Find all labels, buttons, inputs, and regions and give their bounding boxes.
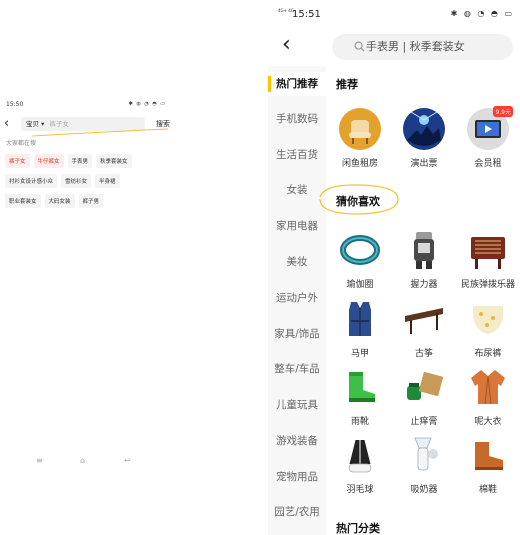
breast-pump-icon	[403, 434, 445, 476]
category-item[interactable]: 儿童玩具	[268, 393, 326, 417]
guess-item[interactable]: 止痒膏	[394, 366, 454, 427]
section-title-hot-category: 热门分类	[336, 522, 380, 535]
recommend-item-label: 闲鱼租房	[341, 159, 378, 169]
hot-tag[interactable]: 半身裙	[95, 174, 120, 188]
scope-selector[interactable]: 宝贝 ▾	[26, 120, 44, 128]
left-screenshot: 15:50 ✱ ◍ ◔ ◓ ▭ ‹ 宝贝 ▾ 裤子女 搜索 大家都在搜 裤子女 …	[0, 96, 175, 476]
tag-row: 裤子女 牛仔裤女 手表男 秋季套装女	[5, 154, 173, 168]
hot-tag[interactable]: 秋季套装女	[96, 154, 132, 168]
hot-tag[interactable]: 手表男	[67, 154, 93, 168]
home-icon[interactable]: ⌂	[80, 456, 85, 465]
category-item[interactable]: 家具/饰品	[268, 322, 326, 346]
guzheng-icon	[403, 298, 445, 340]
back-icon[interactable]: ‹	[282, 34, 300, 56]
guess-item[interactable]: 呢大衣	[458, 366, 518, 427]
cotton-shoes-icon	[467, 434, 509, 476]
category-item[interactable]: 美妆	[268, 250, 326, 274]
ointment-icon	[403, 366, 445, 408]
guess-item[interactable]: 棉鞋	[458, 434, 518, 495]
guess-item[interactable]: 吸奶器	[394, 434, 454, 495]
hot-tag[interactable]: 职业套装女	[5, 194, 41, 208]
guess-item-label: 布尿裤	[474, 349, 502, 359]
guess-item-label: 民族弹拨乐器	[460, 280, 515, 290]
guess-item[interactable]: 布尿裤	[458, 298, 518, 359]
hot-search-label: 大家都在搜	[6, 140, 37, 147]
category-item[interactable]: 手机数码	[268, 107, 326, 131]
guess-item[interactable]: 古筝	[394, 298, 454, 359]
search-icon	[354, 34, 365, 61]
recommend-item-label: 演出票	[410, 159, 438, 169]
concert-icon	[403, 108, 445, 150]
vest-icon	[339, 298, 381, 340]
guess-item-label: 羽毛球	[346, 485, 374, 495]
return-icon[interactable]: ↩	[124, 456, 131, 465]
left-status-bar: 15:50 ✱ ◍ ◔ ◓ ▭	[6, 101, 166, 109]
guess-item[interactable]: 瑜伽圈	[330, 229, 390, 290]
video-app-icon: 9.9元	[467, 106, 513, 150]
grip-strengthener-icon	[403, 229, 445, 271]
category-item[interactable]: 游戏装备	[268, 429, 326, 453]
category-item[interactable]: 宠物用品	[268, 465, 326, 489]
category-content: 推荐 闲鱼租房 演出票 9.9元 会员租 猜你喜欢 瑜伽圈 握力器 民族弹拨乐器…	[326, 66, 520, 535]
yoga-ring-icon	[339, 229, 381, 271]
guess-item-label: 握力器	[410, 280, 438, 290]
menu-icon[interactable]: ≡	[36, 456, 43, 465]
search-input[interactable]: 手表男 | 秋季套装女	[332, 34, 513, 60]
category-item[interactable]: 整车/车品	[268, 357, 326, 381]
guess-item-label: 马甲	[350, 349, 369, 359]
hot-tag[interactable]: 裤子女	[5, 154, 30, 168]
highlight-underline	[31, 128, 169, 137]
back-icon[interactable]: ‹	[4, 116, 16, 132]
guess-item-label: 雨靴	[350, 417, 369, 427]
status-bar: 4G+ 4G 15:51 ✱ ◍ ◔ ◓ ▭	[278, 8, 514, 22]
left-nav-bar: ≡ ⌂ ↩	[30, 456, 170, 466]
chair-icon	[339, 108, 381, 150]
hot-tag[interactable]: 大码女装	[44, 194, 75, 208]
search-placeholder: 裤子女	[49, 120, 69, 128]
hot-tag[interactable]: 裤子男	[78, 194, 104, 208]
recommend-item[interactable]: 闲鱼租房	[330, 108, 390, 169]
right-screenshot: 4G+ 4G 15:51 ✱ ◍ ◔ ◓ ▭ ‹ 手表男 | 秋季套装女 热门推…	[268, 0, 520, 535]
guess-item-label: 棉鞋	[478, 485, 497, 495]
left-status-time: 15:50	[6, 101, 24, 108]
hot-tag[interactable]: 牛仔裤女	[33, 154, 64, 168]
search-placeholder: 手表男 | 秋季套装女	[366, 40, 465, 53]
recommend-item-label: 会员租	[474, 159, 502, 169]
hot-tag[interactable]: 衬衫女设计感小众	[5, 174, 58, 188]
recommend-item[interactable]: 演出票	[394, 108, 454, 169]
recommend-item[interactable]: 9.9元 会员租	[458, 106, 518, 169]
status-icons: ✱ ◍ ◔ ◓ ▭	[450, 9, 514, 18]
price-badge: 9.9元	[493, 106, 513, 117]
category-item[interactable]: 园艺/农用	[268, 500, 326, 524]
hot-tag[interactable]: 雪纺衫女	[61, 174, 92, 188]
guess-item-label: 止痒膏	[410, 417, 438, 427]
tag-row: 职业套装女 大码女装 裤子男	[5, 194, 173, 208]
shuttlecock-icon	[339, 434, 381, 476]
cloth-diaper-icon	[467, 298, 509, 340]
status-time: 15:51	[292, 9, 321, 20]
category-item[interactable]: 运动户外	[268, 286, 326, 310]
guess-item-label: 呢大衣	[474, 417, 502, 427]
category-item[interactable]: 家用电器	[268, 214, 326, 238]
category-sidebar: 热门推荐 手机数码 生活百货 女装 家用电器 美妆 运动户外 家具/饰品 整车/…	[268, 66, 326, 535]
guess-item-label: 瑜伽圈	[346, 280, 374, 290]
category-item[interactable]: 生活百货	[268, 143, 326, 167]
left-status-icons: ✱ ◍ ◔ ◓ ▭	[128, 101, 166, 107]
wool-coat-icon	[467, 366, 509, 408]
rain-boots-icon	[339, 366, 381, 408]
guess-item[interactable]: 羽毛球	[330, 434, 390, 495]
guess-item[interactable]: 雨靴	[330, 366, 390, 427]
guess-item[interactable]: 握力器	[394, 229, 454, 290]
guess-item-label: 古筝	[414, 349, 433, 359]
tag-row: 衬衫女设计感小众 雪纺衫女 半身裙	[5, 174, 173, 188]
category-item-hot[interactable]: 热门推荐	[268, 72, 326, 96]
highlight-circle	[319, 184, 399, 215]
guess-item[interactable]: 民族弹拨乐器	[458, 229, 518, 290]
section-title-recommend: 推荐	[336, 78, 358, 91]
guess-item[interactable]: 马甲	[330, 298, 390, 359]
zither-instrument-icon	[467, 229, 509, 271]
hot-tag-list: 裤子女 牛仔裤女 手表男 秋季套装女 衬衫女设计感小众 雪纺衫女 半身裙 职业套…	[5, 154, 173, 214]
guess-item-label: 吸奶器	[410, 485, 438, 495]
